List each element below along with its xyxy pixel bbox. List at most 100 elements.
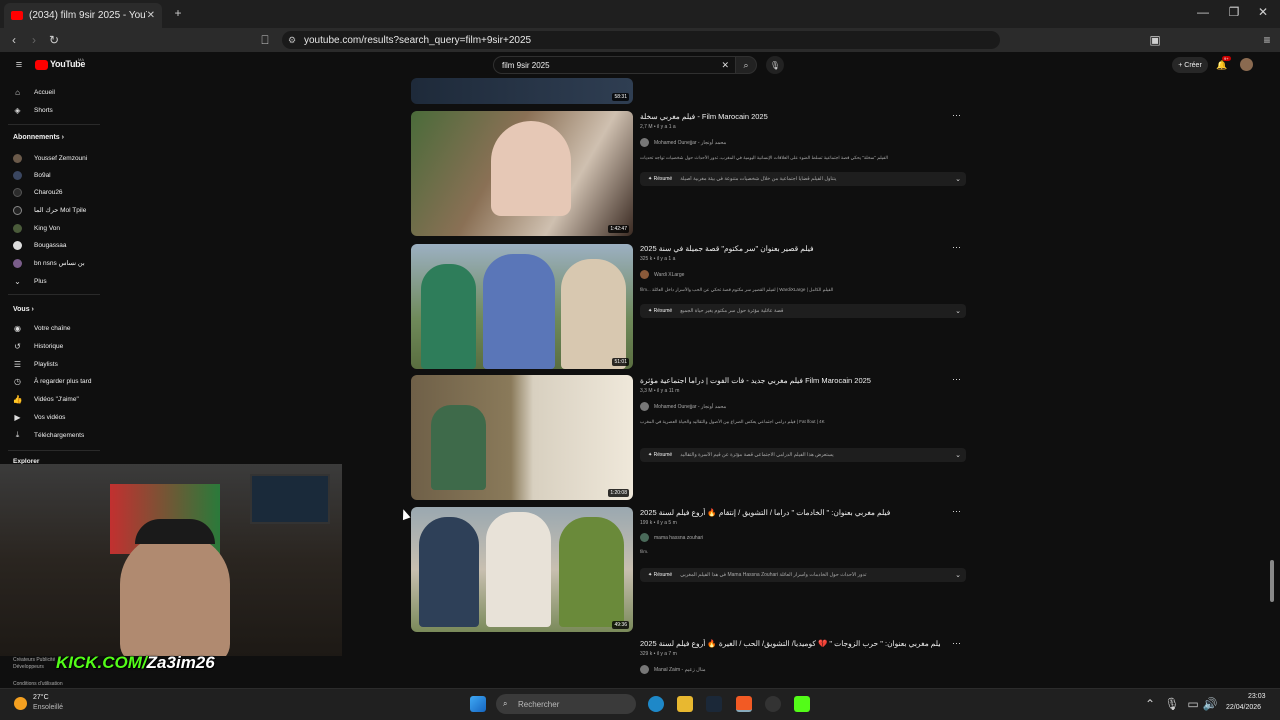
close-tab-icon[interactable]: ✕ <box>147 10 155 21</box>
brave-icon[interactable] <box>736 696 752 712</box>
shorts-icon: ◈ <box>14 105 21 115</box>
sidebar-item-home[interactable]: ⌂ Accueil <box>13 86 55 98</box>
video-thumbnail[interactable]: 1:20:08 <box>411 375 633 500</box>
more-options-icon[interactable]: ⋯ <box>952 638 961 649</box>
more-options-icon[interactable]: ⋯ <box>952 242 961 253</box>
more-options-icon[interactable]: ⋯ <box>952 374 961 385</box>
bookmark-icon[interactable]: ⎕ <box>258 32 272 48</box>
video-title[interactable]: فيلم مغربي جديد - فات الفوت | دراما اجتم… <box>640 376 940 385</box>
video-meta: 199 k • il y a 5 m <box>640 520 677 526</box>
close-window-icon[interactable]: ✕ <box>1256 5 1270 19</box>
you-header[interactable]: Vous › <box>13 306 34 313</box>
sidebar-icon[interactable]: ▣ <box>1148 32 1162 48</box>
youtube-logo-icon[interactable] <box>35 60 48 70</box>
kick-handle: Za3im26 <box>146 653 215 672</box>
edge-icon[interactable] <box>648 696 664 712</box>
back-icon[interactable]: ‹ <box>6 32 22 48</box>
video-title[interactable]: فيلم مغربي سخلة - Film Marocain 2025 <box>640 112 940 121</box>
terms-link[interactable]: Conditions d'utilisation <box>13 681 63 687</box>
video-thumbnail[interactable]: 1:42:47 <box>411 111 633 236</box>
subscriptions-header[interactable]: Abonnements › <box>13 134 64 141</box>
sidebar-sub[interactable]: bn nsns بن نساس <box>13 257 85 269</box>
sidebar-more[interactable]: ⌄ Plus <box>13 275 47 287</box>
channel-link[interactable]: Mohamed Ounejjar - محمد أونجار <box>640 402 726 411</box>
sidebar-item-watch-later[interactable]: ◷ À regarder plus tard <box>13 375 91 387</box>
file-explorer-icon[interactable] <box>677 696 693 712</box>
sidebar-item-label: Charou26 <box>34 188 63 196</box>
chevron-down-icon[interactable]: ⌄ <box>950 451 966 459</box>
chevron-down-icon[interactable]: ⌄ <box>950 571 966 579</box>
more-options-icon[interactable]: ⋯ <box>952 506 961 517</box>
video-title[interactable]: فيلم مغربي بعنوان: " الخادمات " دراما / … <box>640 508 940 517</box>
site-info-icon[interactable]: ⚙ <box>288 35 296 46</box>
voice-search-button[interactable]: 🎙 <box>766 56 784 74</box>
summary-panel[interactable]: ✦ Résumé قصة عائلية مؤثرة حول سر مكتوم يغ… <box>640 304 966 318</box>
mic-icon[interactable]: 🎙 <box>1164 696 1179 712</box>
sidebar-item-channel[interactable]: ◉ Votre chaîne <box>13 322 71 334</box>
guide-menu-icon[interactable]: ≡ <box>12 58 26 72</box>
channel-link[interactable]: mama hassna zouhari <box>640 533 703 542</box>
search-button[interactable]: ⌕ <box>735 56 757 74</box>
minimize-icon[interactable]: — <box>1196 5 1210 19</box>
sidebar-item-shorts[interactable]: ◈ Shorts <box>13 104 52 116</box>
mouse-cursor-icon <box>399 507 411 521</box>
scrollbar[interactable] <box>1270 560 1274 602</box>
summary-panel[interactable]: ✦ Résumé يستعرض هذا الفيلم الدرامي الاجتم… <box>640 448 966 462</box>
sidebar-sub[interactable]: Bo9al <box>13 169 51 181</box>
chevron-down-icon[interactable]: ⌄ <box>950 307 966 315</box>
create-button[interactable]: + Créer <box>1172 57 1208 73</box>
taskbar-search[interactable]: ⌕ Rechercher <box>496 694 636 714</box>
chevron-up-icon[interactable]: ⌃ <box>1144 696 1156 712</box>
sidebar-sub[interactable]: King Von <box>13 222 60 234</box>
sidebar-item-playlists[interactable]: ☰ Playlists <box>13 358 58 370</box>
browser-tab[interactable]: (2034) film 9sir 2025 - YouTube ✕ <box>4 3 162 28</box>
sidebar-item-liked[interactable]: 👍 Vidéos "J'aime" <box>13 393 79 405</box>
create-label: Créer <box>1184 61 1202 69</box>
more-options-icon[interactable]: ⋯ <box>952 110 961 121</box>
menu-icon[interactable]: ≡ <box>1260 32 1274 48</box>
sidebar-item-downloads[interactable]: ⤓ Téléchargements <box>13 429 85 441</box>
channel-link[interactable]: Manal Zaim - منال زعيم <box>640 665 706 674</box>
url-bar[interactable]: ⚙ youtube.com/results?search_query=film+… <box>282 31 1000 49</box>
sidebar-sub[interactable]: Bougassaa <box>13 239 67 251</box>
forward-icon[interactable]: › <box>26 32 42 48</box>
sidebar-sub[interactable]: Charou26 <box>13 186 63 198</box>
home-icon: ⌂ <box>15 87 20 97</box>
video-thumbnail[interactable]: 51:01 <box>411 244 633 369</box>
sidebar-sub[interactable]: حرك الما Mol Tpile <box>13 204 86 216</box>
maximize-icon[interactable]: ❐ <box>1227 5 1241 19</box>
video-title[interactable]: فيلم مغربي بعنوان: " حرب الزوجات " 💔 كوم… <box>640 639 940 648</box>
weather-desc[interactable]: Ensoleillé <box>33 704 63 711</box>
summary-panel[interactable]: ✦ Résumé في هذا الفيلم المغربي Mama Hassn… <box>640 568 966 582</box>
tab-title: (2034) film 9sir 2025 - YouTube <box>29 10 147 21</box>
summary-text: قصة عائلية مؤثرة حول سر مكتوم يغير حياة … <box>680 308 784 314</box>
channel-name: Wardi XLarge <box>654 271 685 278</box>
windows-start-icon[interactable] <box>470 696 486 712</box>
channel-link[interactable]: Wardi XLarge <box>640 270 684 279</box>
search-query: film 9sir 2025 <box>502 60 550 70</box>
sidebar-item-history[interactable]: ↺ Historique <box>13 340 63 352</box>
clear-search-icon[interactable]: ✕ <box>721 60 729 71</box>
sidebar-sub[interactable]: Youssef Zemzouni <box>13 152 87 164</box>
weather-temp[interactable]: 27°C <box>33 694 49 701</box>
avatar <box>13 223 22 233</box>
reload-icon[interactable]: ↻ <box>46 32 62 48</box>
clock-date[interactable]: 22/04/2026 <box>1226 704 1261 711</box>
avatar[interactable] <box>1240 58 1253 71</box>
video-title[interactable]: فيلم قصير بعنوان "سر مكتوم" قصة جميلة في… <box>640 244 940 253</box>
chevron-down-icon[interactable]: ⌄ <box>950 175 966 183</box>
volume-icon[interactable]: 🔊 <box>1203 696 1218 712</box>
sidebar-item-your-videos[interactable]: ▶ Vos vidéos <box>13 411 65 423</box>
new-tab-button[interactable]: + <box>170 4 186 22</box>
clock-time[interactable]: 23:03 <box>1248 693 1266 700</box>
summary-panel[interactable]: ✦ Résumé يتناول الفيلم قضايا اجتماعية من … <box>640 172 966 186</box>
video-thumbnail[interactable]: 49:36 <box>411 507 633 632</box>
search-input[interactable]: film 9sir 2025 ✕ <box>493 56 736 74</box>
obs-icon[interactable] <box>765 696 781 712</box>
video-thumbnail[interactable]: 58:31 <box>411 78 633 104</box>
webcam-overlay <box>0 464 342 656</box>
channel-link[interactable]: Mohamed Ounejjar - محمد أونجار <box>640 138 726 147</box>
kick-app-icon[interactable] <box>794 696 810 712</box>
network-icon[interactable]: ▭ <box>1186 696 1200 712</box>
steam-icon[interactable] <box>706 696 722 712</box>
